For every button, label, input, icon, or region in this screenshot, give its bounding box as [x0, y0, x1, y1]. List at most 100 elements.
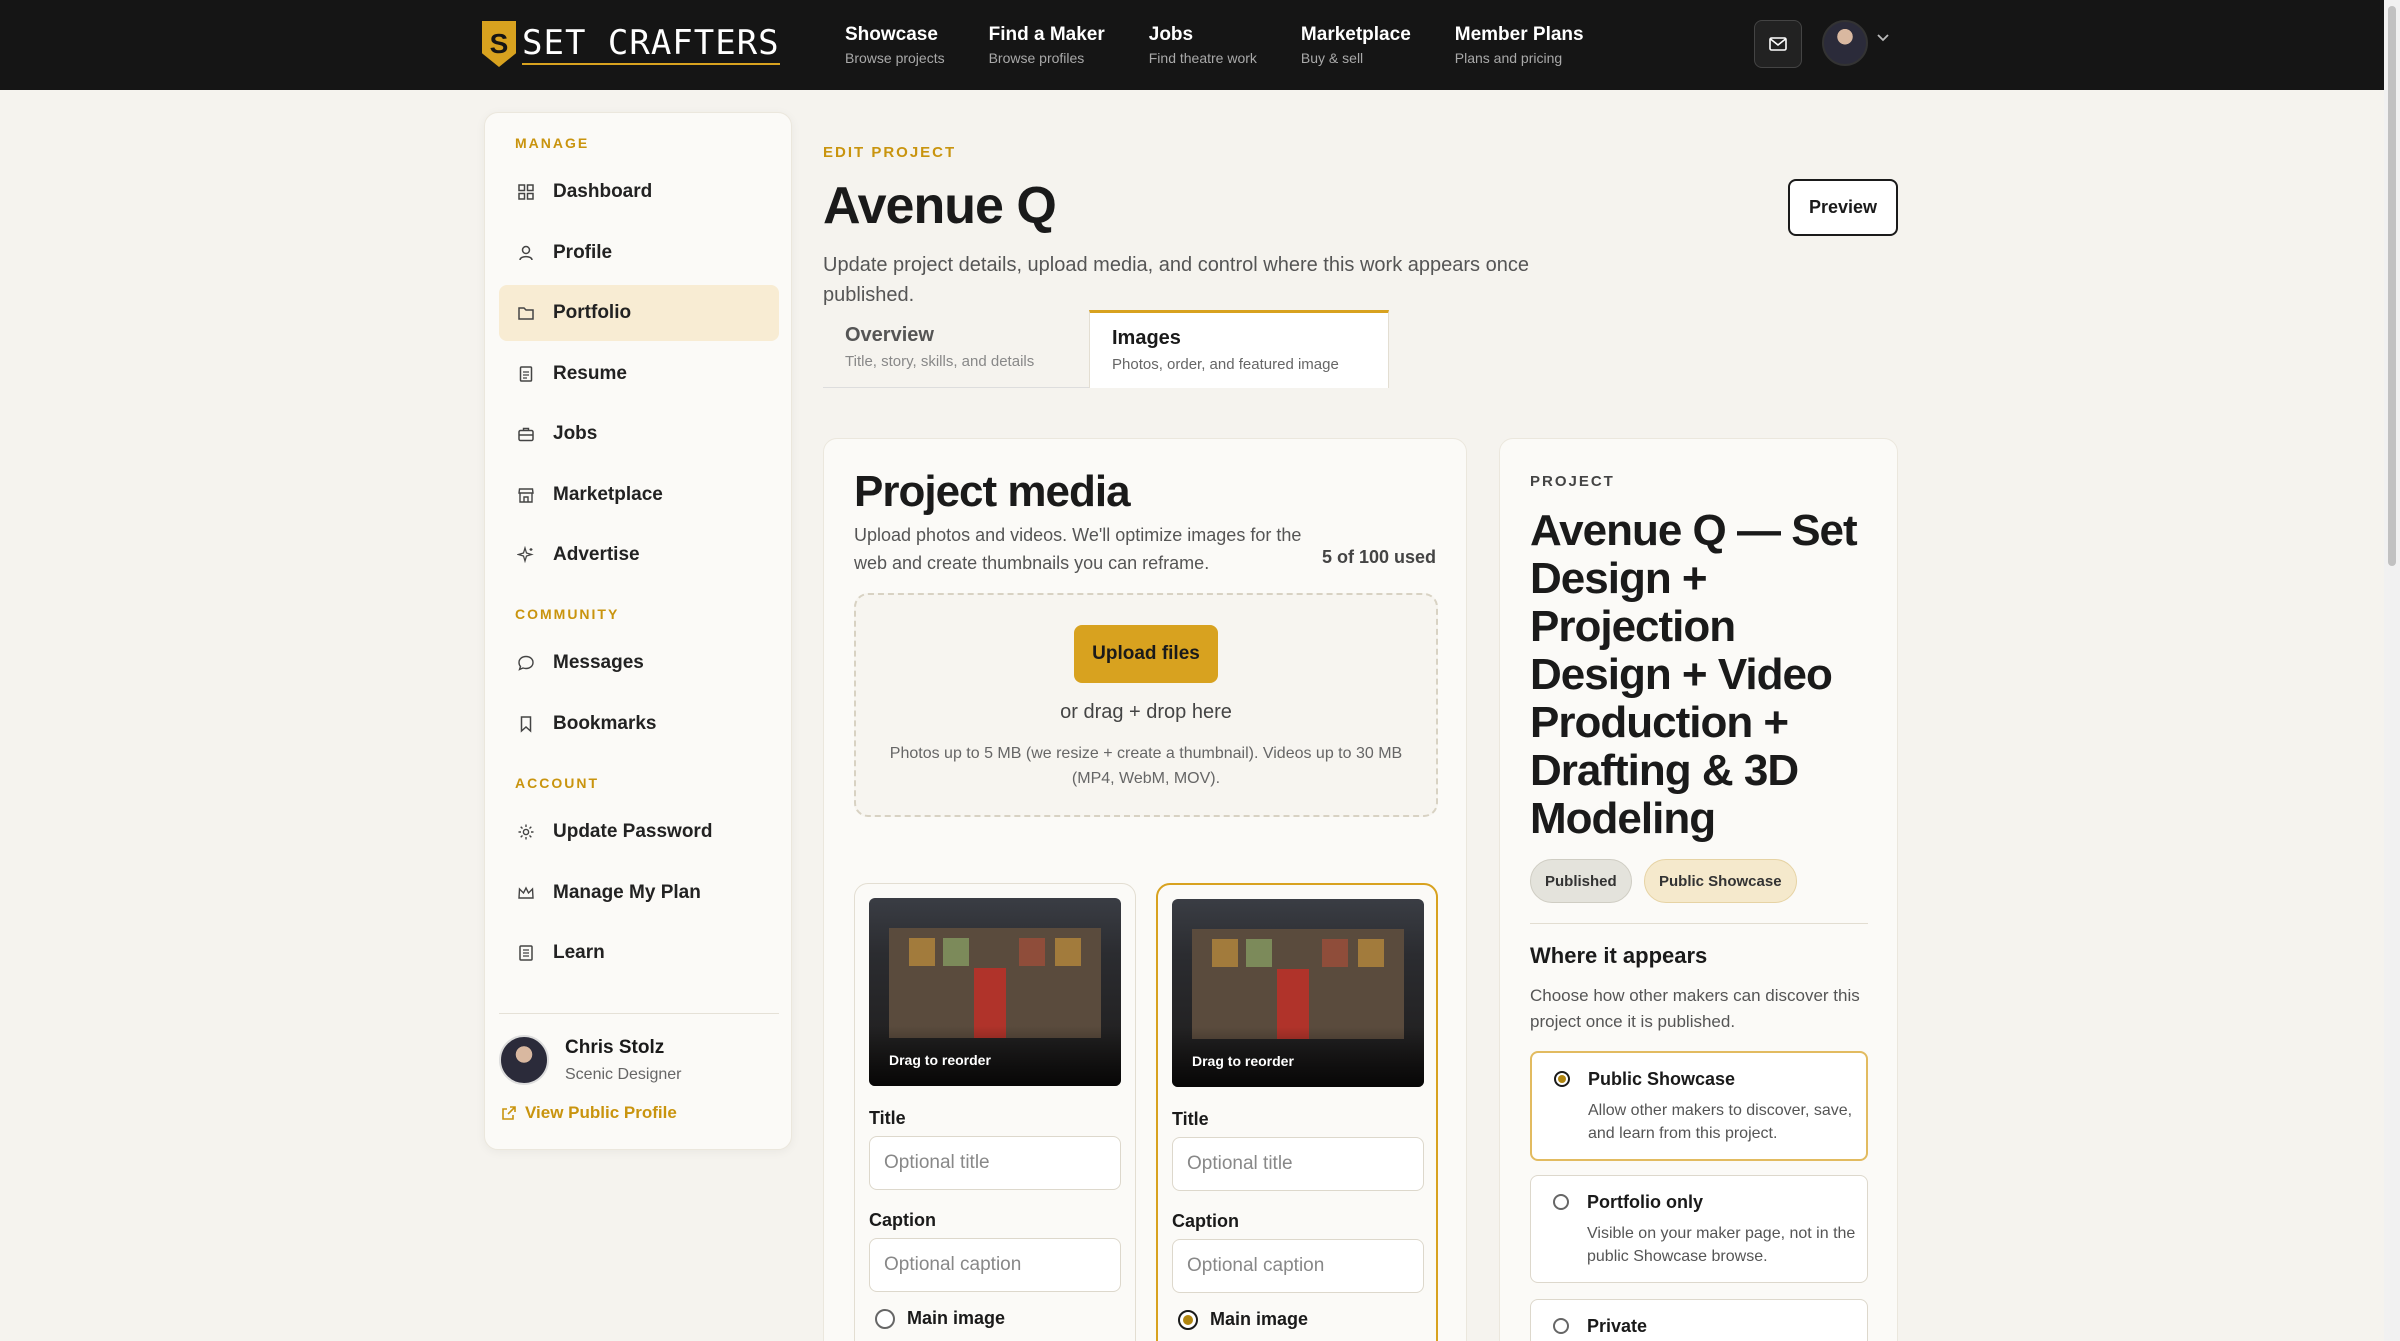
tab-subtitle: Title, story, skills, and details [845, 353, 1035, 370]
main-image-option[interactable]: Main image [875, 1308, 1005, 1329]
image-caption-input[interactable] [869, 1238, 1121, 1292]
main-image-option[interactable]: Main image [1178, 1309, 1308, 1330]
project-divider [1530, 923, 1868, 924]
main-image-radio[interactable] [875, 1308, 895, 1329]
drag-to-reorder-label[interactable]: Drag to reorder [889, 1052, 991, 1068]
option-description: Allow other makers to discover, save, an… [1588, 1102, 1853, 1142]
nav-marketplace[interactable]: Marketplace Buy & sell [1301, 24, 1411, 66]
visibility-radio-selected[interactable] [1554, 1071, 1570, 1087]
visibility-option-portfolio-only[interactable]: Portfolio only Visible on your maker pag… [1530, 1175, 1868, 1283]
sidebar: MANAGE Dashboard Profile Portfolio Resum… [484, 112, 792, 1150]
caption-label: Caption [869, 1210, 936, 1230]
sidebar-item-label: Marketplace [553, 484, 663, 505]
option-title: Portfolio only [1587, 1192, 1703, 1212]
tab-subtitle: Photos, order, and featured image [1112, 356, 1339, 373]
sidebar-item-dashboard[interactable]: Dashboard [499, 164, 779, 220]
visibility-radio[interactable] [1553, 1194, 1569, 1210]
messages-button[interactable] [1754, 20, 1802, 68]
view-public-profile-link[interactable]: View Public Profile [501, 1103, 677, 1123]
project-media-card: Project media Upload photos and videos. … [823, 438, 1467, 1341]
sidebar-item-manage-my-plan[interactable]: Manage My Plan [499, 865, 779, 921]
sidebar-item-label: Dashboard [553, 181, 653, 202]
sidebar-item-resume[interactable]: Resume [499, 346, 779, 402]
sidebar-item-messages[interactable]: Messages [499, 635, 779, 691]
main-image-radio-selected[interactable] [1178, 1309, 1198, 1330]
sidebar-item-marketplace[interactable]: Marketplace [499, 467, 779, 523]
visibility-option-public-showcase[interactable]: Public Showcase Allow other makers to di… [1530, 1051, 1868, 1161]
drag-drop-hint: or drag + drop here [1060, 701, 1232, 723]
brand-name: SET CRAFTERS [522, 23, 780, 65]
external-link-icon [502, 1106, 516, 1120]
main-nav: Showcase Browse projects Find a Maker Br… [845, 24, 1628, 66]
main-image-label: Main image [1210, 1309, 1309, 1329]
sidebar-item-advertise[interactable]: Advertise [499, 527, 779, 583]
chat-icon [517, 654, 535, 672]
gear-icon [517, 823, 535, 841]
nav-item-subtitle: Browse profiles [988, 50, 1085, 66]
user-role: Scenic Designer [565, 1066, 682, 1083]
section-label-account: ACCOUNT [515, 775, 599, 791]
main-image-label: Main image [907, 1308, 1006, 1328]
sidebar-item-profile[interactable]: Profile [499, 225, 779, 281]
title-label: Title [1172, 1109, 1209, 1129]
image-title-input[interactable] [869, 1136, 1121, 1190]
tab-title: Overview [845, 324, 934, 346]
nav-item-title: Showcase [845, 24, 938, 45]
bookmark-icon [517, 715, 535, 733]
nav-item-title: Member Plans [1454, 24, 1584, 45]
upload-dropzone[interactable]: Upload files or drag + drop here Photos … [854, 593, 1438, 817]
visibility-radio[interactable] [1553, 1318, 1569, 1334]
project-title: Avenue Q — Set Design + Projection Desig… [1530, 506, 1858, 843]
view-public-profile-label: View Public Profile [525, 1103, 677, 1122]
nav-find-a-maker[interactable]: Find a Maker Browse profiles [989, 24, 1105, 66]
sidebar-item-label: Profile [553, 242, 613, 263]
tab-images[interactable]: Images Photos, order, and featured image [1089, 310, 1389, 388]
mail-icon [1769, 37, 1787, 51]
account-avatar[interactable] [1822, 20, 1868, 66]
sidebar-item-learn[interactable]: Learn [499, 925, 779, 981]
sidebar-item-label: Resume [553, 363, 627, 384]
nav-jobs[interactable]: Jobs Find theatre work [1149, 24, 1257, 66]
sidebar-item-bookmarks[interactable]: Bookmarks [499, 696, 779, 752]
chevron-down-icon[interactable] [1876, 30, 1890, 48]
thumbnail-detail [943, 938, 969, 966]
nav-showcase[interactable]: Showcase Browse projects [845, 24, 945, 66]
upload-limits: Photos up to 5 MB (we resize + create a … [889, 745, 1403, 787]
avatar [499, 1035, 549, 1085]
title-label: Title [869, 1108, 906, 1128]
sidebar-item-label: Portfolio [553, 302, 632, 323]
media-title: Project media [854, 467, 1131, 516]
media-usage-count: 5 of 100 used [1321, 547, 1436, 567]
sidebar-item-portfolio[interactable]: Portfolio [499, 285, 779, 341]
sidebar-item-jobs[interactable]: Jobs [499, 406, 779, 462]
tab-overview[interactable]: Overview Title, story, skills, and detai… [823, 310, 1089, 388]
brand-logo[interactable]: S SET CRAFTERS [482, 20, 780, 68]
image-title-input[interactable] [1172, 1137, 1424, 1191]
media-thumbnail[interactable]: Drag to reorder [869, 898, 1121, 1086]
sidebar-item-update-password[interactable]: Update Password [499, 804, 779, 860]
thumbnail-detail [1212, 939, 1238, 967]
briefcase-icon [517, 425, 535, 443]
grid-icon [517, 183, 535, 201]
image-caption-input[interactable] [1172, 1239, 1424, 1293]
upload-files-button[interactable]: Upload files [1074, 625, 1218, 683]
nav-item-title: Marketplace [1300, 24, 1411, 45]
top-navigation-bar: S SET CRAFTERS Showcase Browse projects … [0, 0, 2384, 90]
visibility-option-private[interactable]: Private [1530, 1299, 1868, 1341]
option-description: Visible on your maker page, not in the p… [1587, 1225, 1856, 1265]
nav-member-plans[interactable]: Member Plans Plans and pricing [1455, 24, 1584, 66]
preview-button[interactable]: Preview [1788, 179, 1898, 236]
project-summary-card: PROJECT Avenue Q — Set Design + Projecti… [1499, 438, 1898, 1341]
drag-to-reorder-label[interactable]: Drag to reorder [1192, 1053, 1294, 1069]
media-item-featured: Drag to reorder Title Caption Main image [1156, 883, 1438, 1341]
sidebar-item-label: Bookmarks [553, 713, 657, 734]
media-thumbnail[interactable]: Drag to reorder [1172, 899, 1424, 1087]
where-it-appears-description: Choose how other makers can discover thi… [1530, 986, 1860, 1031]
option-title: Public Showcase [1588, 1069, 1736, 1089]
thumbnail-detail [909, 938, 935, 966]
scrollbar-thumb[interactable] [2388, 6, 2396, 566]
media-item: Drag to reorder Title Caption Main image [854, 883, 1136, 1341]
page-eyebrow: EDIT PROJECT [823, 144, 957, 161]
page-description: Update project details, upload media, an… [823, 254, 1529, 306]
nav-item-subtitle: Find theatre work [1148, 50, 1257, 66]
